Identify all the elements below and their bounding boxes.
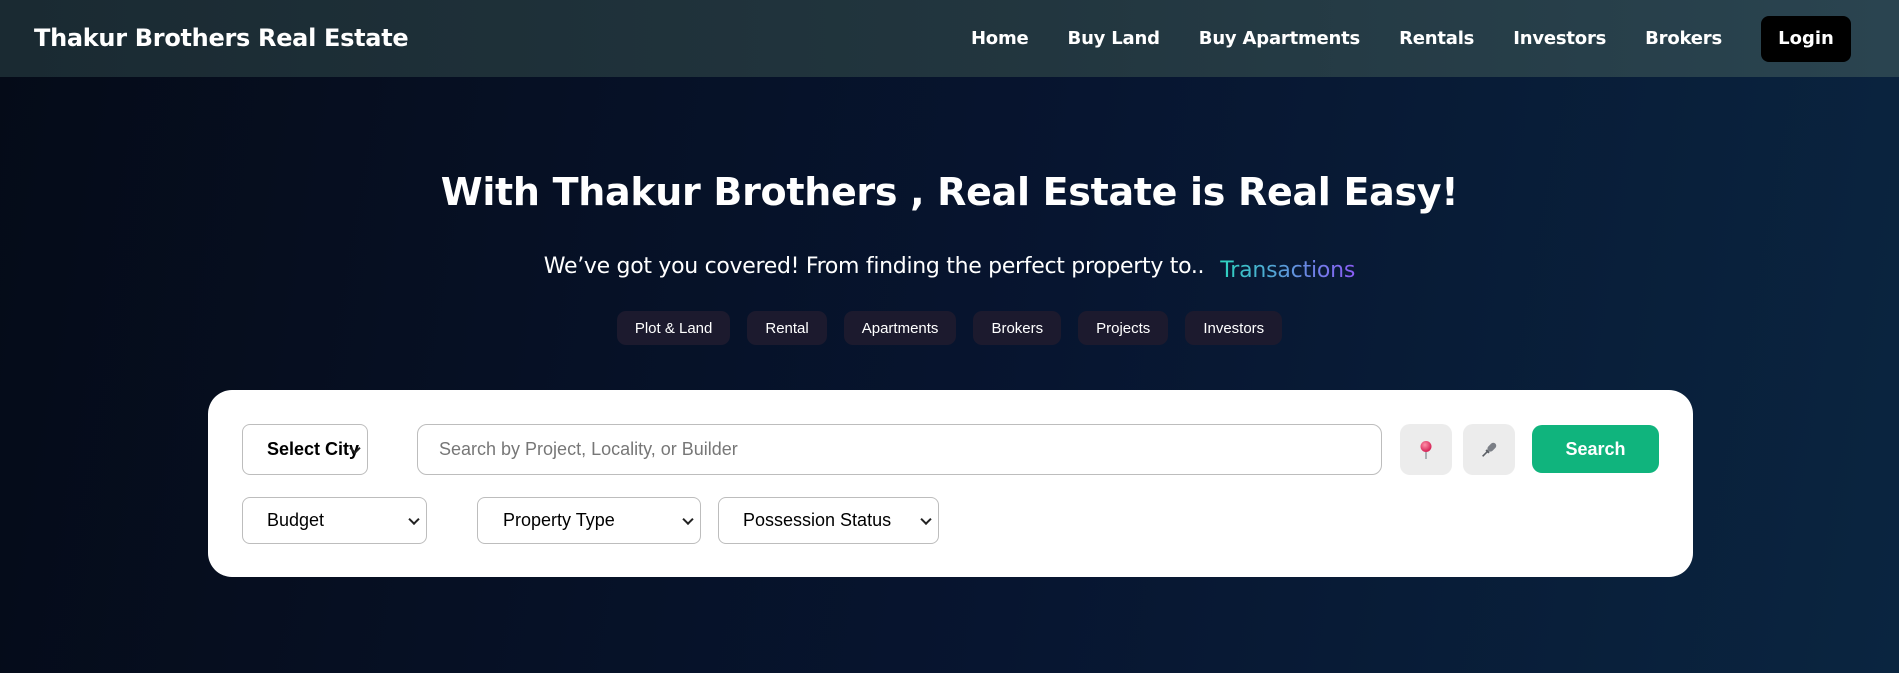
property-type-select[interactable]: Property Type xyxy=(477,497,701,544)
nav-link-home[interactable]: Home xyxy=(971,28,1029,49)
location-button[interactable] xyxy=(1400,424,1452,475)
chevron-down-icon xyxy=(408,513,420,525)
property-type-select-label: Property Type xyxy=(503,510,615,530)
search-card: Select City Search Budget xyxy=(208,390,1693,577)
chip-projects[interactable]: Projects xyxy=(1078,311,1169,345)
chevron-down-icon xyxy=(920,513,932,525)
map-pin-icon xyxy=(1420,440,1432,459)
chip-investors[interactable]: Investors xyxy=(1185,311,1283,345)
nav-link-buy-land[interactable]: Buy Land xyxy=(1068,28,1160,49)
hero-title: With Thakur Brothers , Real Estate is Re… xyxy=(440,170,1459,214)
nav-link-rentals[interactable]: Rentals xyxy=(1399,28,1474,49)
nav-link-brokers[interactable]: Brokers xyxy=(1645,28,1722,49)
city-select[interactable]: Select City xyxy=(242,424,368,475)
login-button[interactable]: Login xyxy=(1761,15,1851,62)
category-chips: Plot & Land Rental Apartments Brokers Pr… xyxy=(0,311,1899,345)
chip-brokers[interactable]: Brokers xyxy=(973,311,1062,345)
possession-status-select-label: Possession Status xyxy=(743,510,892,530)
chevron-down-icon xyxy=(682,513,694,525)
chip-apartments[interactable]: Apartments xyxy=(843,311,957,345)
possession-status-select[interactable]: Possession Status xyxy=(718,497,939,544)
search-input[interactable] xyxy=(417,424,1382,475)
nav-link-buy-apartments[interactable]: Buy Apartments xyxy=(1199,28,1360,49)
budget-select[interactable]: Budget xyxy=(242,497,427,544)
chip-rental[interactable]: Rental xyxy=(747,311,827,345)
nav-links: Home Buy Land Buy Apartments Rentals Inv… xyxy=(971,0,1899,77)
chip-plot-land[interactable]: Plot & Land xyxy=(616,311,731,345)
microphone-icon xyxy=(1482,442,1497,457)
voice-search-button[interactable] xyxy=(1463,424,1515,475)
search-button[interactable]: Search xyxy=(1532,425,1659,473)
hero-subtitle: We’ve got you covered! From finding the … xyxy=(0,254,1899,283)
budget-select-label: Budget xyxy=(267,510,325,530)
hero-subtitle-text: We’ve got you covered! From finding the … xyxy=(543,254,1205,279)
brand-logo-text[interactable]: Thakur Brothers Real Estate xyxy=(34,24,409,52)
city-select-label: Select City xyxy=(267,439,360,459)
nav-link-investors[interactable]: Investors xyxy=(1513,28,1606,49)
hero-rotating-word: Transactions xyxy=(1220,258,1356,283)
navbar: Thakur Brothers Real Estate Home Buy Lan… xyxy=(0,0,1899,77)
